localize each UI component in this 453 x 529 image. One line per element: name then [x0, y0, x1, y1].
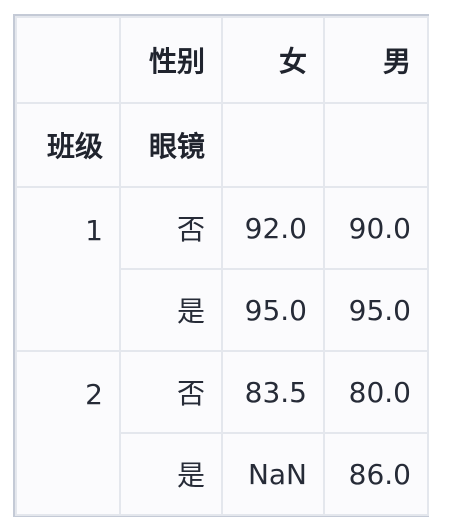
column-header-male: 男 — [323, 16, 429, 104]
glasses-label: 是 — [119, 268, 223, 352]
empty-cell — [221, 102, 325, 188]
value-cell-male: 80.0 — [323, 350, 429, 434]
empty-cell — [323, 102, 429, 188]
class-group-label: 1 — [15, 186, 121, 352]
class-group-label: 2 — [15, 350, 121, 516]
value-cell-female: 83.5 — [221, 350, 325, 434]
glasses-label: 否 — [119, 186, 223, 270]
value-cell-female: NaN — [221, 432, 325, 516]
glasses-label: 否 — [119, 350, 223, 434]
table-row: 2 否 83.5 80.0 — [15, 350, 429, 516]
index-name-row: 班级 眼镜 — [15, 102, 429, 188]
column-index-name: 性别 — [119, 16, 223, 104]
pivot-table: 性别 女 男 班级 眼镜 1 否 92.0 90.0 是 95.0 95.0 2… — [15, 16, 429, 516]
header-corner-cell — [15, 16, 121, 104]
index-name-class: 班级 — [15, 102, 121, 188]
value-cell-female: 95.0 — [221, 268, 325, 352]
glasses-label: 是 — [119, 432, 223, 516]
value-cell-female: 92.0 — [221, 186, 325, 270]
column-header-row: 性别 女 男 — [15, 16, 429, 104]
index-name-glasses: 眼镜 — [119, 102, 223, 188]
value-cell-male: 95.0 — [323, 268, 429, 352]
value-cell-male: 86.0 — [323, 432, 429, 516]
value-cell-male: 90.0 — [323, 186, 429, 270]
column-header-female: 女 — [221, 16, 325, 104]
table-row: 1 否 92.0 90.0 — [15, 186, 429, 352]
